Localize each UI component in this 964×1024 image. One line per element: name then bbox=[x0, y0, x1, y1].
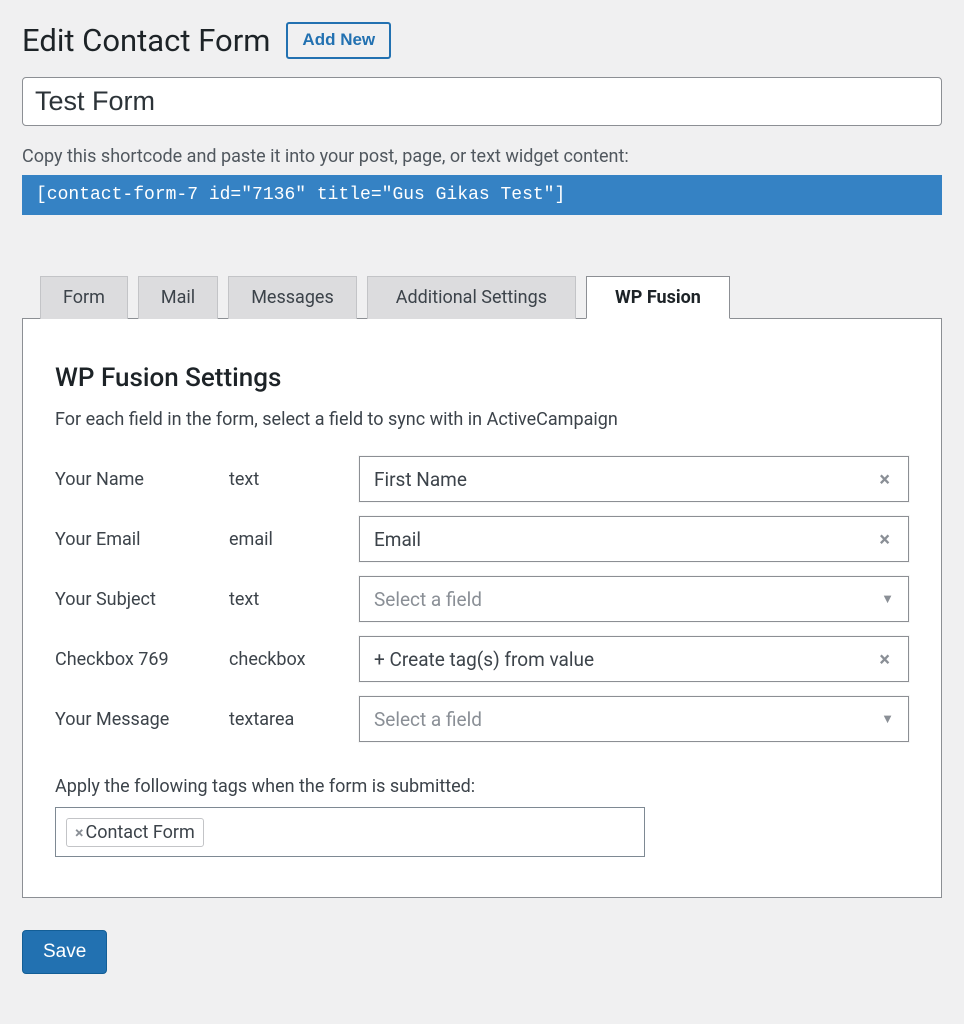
panel-title: WP Fusion Settings bbox=[55, 363, 909, 393]
field-label: Your Message bbox=[55, 709, 219, 730]
clear-icon[interactable]: × bbox=[875, 647, 894, 671]
field-map-row: Your Name text First Name × bbox=[55, 456, 909, 502]
clear-icon[interactable]: × bbox=[875, 467, 894, 491]
select-placeholder: Select a field bbox=[374, 588, 482, 611]
field-select-checkbox-769[interactable]: + Create tag(s) from value × bbox=[359, 636, 909, 682]
field-select-your-email[interactable]: Email × bbox=[359, 516, 909, 562]
field-type: textarea bbox=[229, 709, 349, 730]
panel-description: For each field in the form, select a fie… bbox=[55, 409, 909, 430]
form-title-input[interactable] bbox=[22, 77, 942, 126]
field-type: email bbox=[229, 529, 349, 550]
field-select-your-message[interactable]: Select a field ▼ bbox=[359, 696, 909, 742]
clear-icon[interactable]: × bbox=[875, 527, 894, 551]
field-type: text bbox=[229, 589, 349, 610]
tab-mail[interactable]: Mail bbox=[138, 276, 218, 319]
add-new-button[interactable]: Add New bbox=[286, 22, 391, 58]
tab-wp-fusion[interactable]: WP Fusion bbox=[586, 276, 730, 319]
field-map-row: Your Subject text Select a field ▼ bbox=[55, 576, 909, 622]
field-label: Your Email bbox=[55, 529, 219, 550]
field-map-row: Your Message textarea Select a field ▼ bbox=[55, 696, 909, 742]
field-map-row: Checkbox 769 checkbox + Create tag(s) fr… bbox=[55, 636, 909, 682]
tab-form[interactable]: Form bbox=[40, 276, 128, 319]
select-placeholder: Select a field bbox=[374, 708, 482, 731]
tags-input[interactable]: × Contact Form bbox=[55, 807, 645, 857]
tag-chip[interactable]: × Contact Form bbox=[66, 818, 204, 847]
settings-panel: WP Fusion Settings For each field in the… bbox=[22, 318, 942, 898]
select-value: First Name bbox=[374, 468, 467, 491]
field-type: checkbox bbox=[229, 649, 349, 670]
field-label: Your Name bbox=[55, 469, 219, 490]
field-label: Your Subject bbox=[55, 589, 219, 610]
field-label: Checkbox 769 bbox=[55, 649, 219, 670]
field-type: text bbox=[229, 469, 349, 490]
tab-additional-settings[interactable]: Additional Settings bbox=[367, 276, 576, 319]
select-value: Email bbox=[374, 528, 421, 551]
tags-label: Apply the following tags when the form i… bbox=[55, 776, 909, 797]
shortcode-bar[interactable]: [contact-form-7 id="7136" title="Gus Gik… bbox=[22, 175, 942, 215]
remove-tag-icon[interactable]: × bbox=[75, 823, 84, 842]
select-value: + Create tag(s) from value bbox=[374, 648, 594, 671]
field-map-row: Your Email email Email × bbox=[55, 516, 909, 562]
field-select-your-subject[interactable]: Select a field ▼ bbox=[359, 576, 909, 622]
chevron-down-icon: ▼ bbox=[881, 711, 894, 727]
chevron-down-icon: ▼ bbox=[881, 591, 894, 607]
field-select-your-name[interactable]: First Name × bbox=[359, 456, 909, 502]
tab-messages[interactable]: Messages bbox=[228, 276, 357, 319]
shortcode-hint: Copy this shortcode and paste it into yo… bbox=[22, 146, 942, 167]
tag-chip-label: Contact Form bbox=[86, 822, 195, 843]
save-button[interactable]: Save bbox=[22, 930, 107, 974]
tabs: Form Mail Messages Additional Settings W… bbox=[22, 275, 942, 318]
page-title: Edit Contact Form bbox=[22, 22, 270, 59]
